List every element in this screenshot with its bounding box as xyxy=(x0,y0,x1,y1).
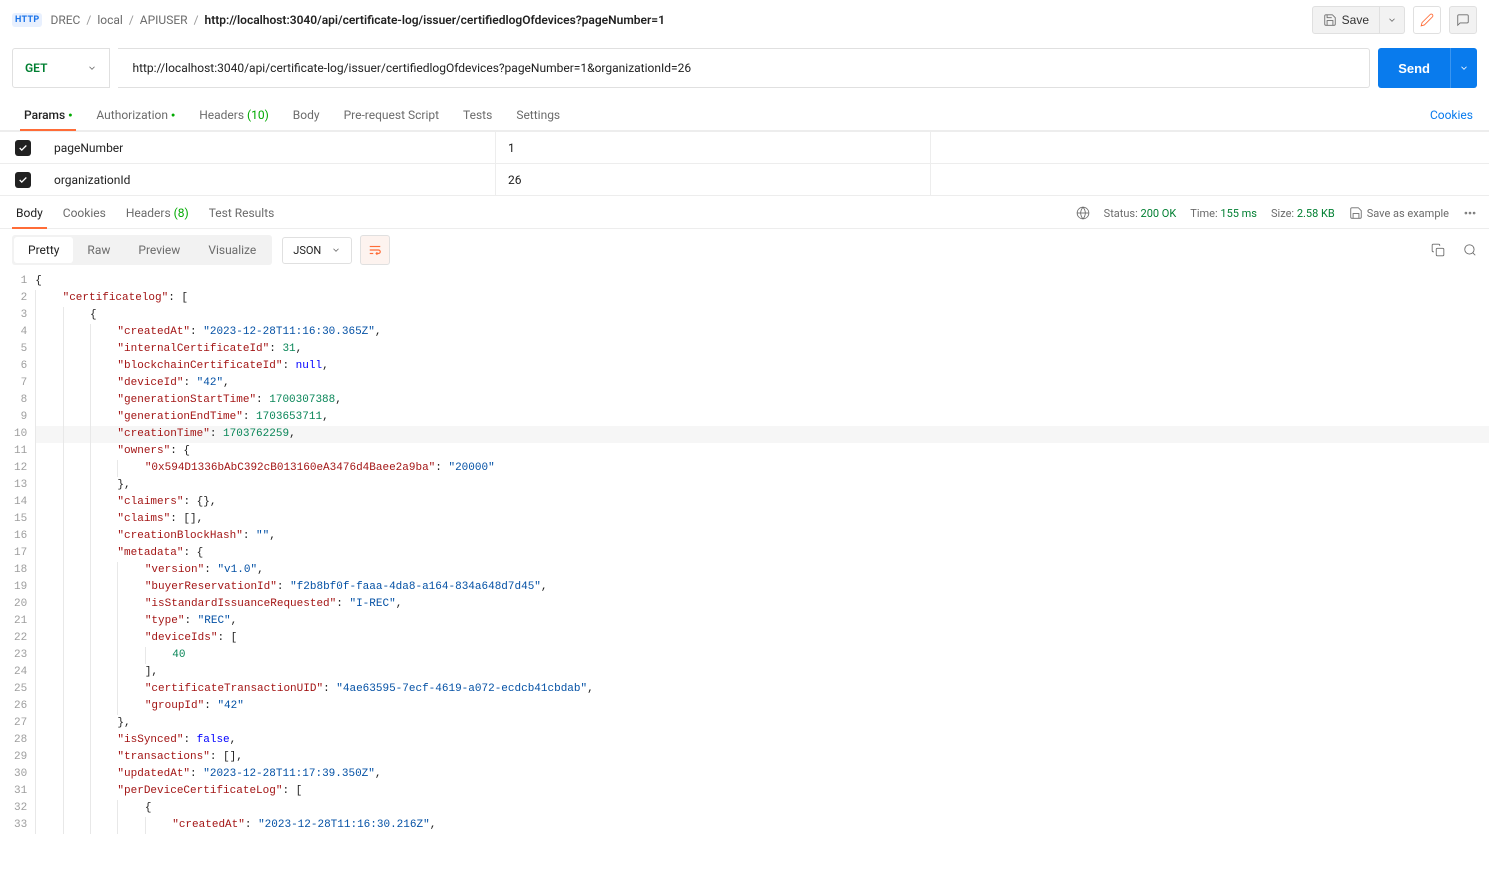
tab-prerequest[interactable]: Pre-request Script xyxy=(332,100,451,130)
breadcrumb-l1[interactable]: local xyxy=(97,13,123,27)
params-table: pageNumber1organizationId26 xyxy=(0,131,1489,196)
save-icon xyxy=(1323,13,1337,27)
checkbox[interactable] xyxy=(15,140,31,156)
view-bar: Pretty Raw Preview Visualize JSON xyxy=(0,229,1489,271)
param-value[interactable]: 26 xyxy=(496,164,931,195)
param-value[interactable]: 1 xyxy=(496,132,931,163)
tab-tests[interactable]: Tests xyxy=(451,100,504,130)
chevron-down-icon xyxy=(87,63,97,73)
http-badge: HTTP xyxy=(12,13,42,27)
response-tabs: Body Cookies Headers (8) Test Results St… xyxy=(0,196,1489,229)
wrap-button[interactable] xyxy=(360,235,390,265)
param-description[interactable] xyxy=(931,164,1489,195)
breadcrumb-bar: HTTP DREC / local / APIUSER / http://loc… xyxy=(0,0,1489,40)
view-preview[interactable]: Preview xyxy=(124,237,194,263)
checkbox[interactable] xyxy=(15,172,31,188)
more-icon[interactable] xyxy=(1463,206,1477,220)
param-key[interactable]: pageNumber xyxy=(46,132,496,163)
response-meta: Status: 200 OK Time: 155 ms Size: 2.58 K… xyxy=(1076,206,1477,220)
code-viewer[interactable]: 1234567891011121314151617181920212223242… xyxy=(0,271,1489,866)
tab-resp-testresults[interactable]: Test Results xyxy=(199,198,285,228)
pencil-icon xyxy=(1420,13,1434,27)
method-select[interactable]: GET xyxy=(12,48,110,88)
send-dropdown-button[interactable] xyxy=(1450,48,1477,88)
save-icon xyxy=(1349,206,1363,220)
format-select[interactable]: JSON xyxy=(282,237,352,264)
save-button[interactable]: Save xyxy=(1312,6,1380,34)
globe-icon[interactable] xyxy=(1076,206,1090,220)
tab-headers[interactable]: Headers (10) xyxy=(187,100,281,130)
tab-authorization[interactable]: Authorization ● xyxy=(84,100,187,130)
wrap-icon xyxy=(368,243,382,257)
view-pretty[interactable]: Pretty xyxy=(14,237,73,263)
param-description[interactable] xyxy=(931,132,1489,163)
tab-settings[interactable]: Settings xyxy=(504,100,572,130)
request-bar: GET http://localhost:3040/api/certificat… xyxy=(0,40,1489,96)
param-key[interactable]: organizationId xyxy=(46,164,496,195)
chevron-down-icon xyxy=(1459,63,1469,73)
save-dropdown-button[interactable] xyxy=(1380,6,1405,34)
breadcrumb: DREC / local / APIUSER / http://localhos… xyxy=(50,13,1303,27)
chevron-down-icon xyxy=(331,245,341,255)
copy-icon[interactable] xyxy=(1431,243,1445,257)
param-row[interactable]: pageNumber1 xyxy=(0,132,1489,164)
tab-params[interactable]: Params ● xyxy=(12,100,84,130)
view-visualize[interactable]: Visualize xyxy=(194,237,270,263)
chevron-down-icon xyxy=(1387,15,1397,25)
send-button[interactable]: Send xyxy=(1378,48,1450,88)
save-example-button[interactable]: Save as example xyxy=(1349,206,1449,220)
request-tabs: Params ● Authorization ● Headers (10) Bo… xyxy=(0,96,1489,131)
tab-resp-headers[interactable]: Headers (8) xyxy=(116,198,199,228)
cookies-link[interactable]: Cookies xyxy=(1426,100,1477,130)
param-row[interactable]: organizationId26 xyxy=(0,164,1489,196)
comment-icon xyxy=(1456,13,1470,27)
url-input[interactable]: http://localhost:3040/api/certificate-lo… xyxy=(118,48,1370,88)
edit-button[interactable] xyxy=(1413,6,1441,34)
search-icon[interactable] xyxy=(1463,243,1477,257)
view-raw[interactable]: Raw xyxy=(73,237,124,263)
breadcrumb-current: http://localhost:3040/api/certificate-lo… xyxy=(205,13,665,27)
breadcrumb-l2[interactable]: APIUSER xyxy=(140,13,188,27)
tab-resp-cookies[interactable]: Cookies xyxy=(53,198,116,228)
tab-resp-body[interactable]: Body xyxy=(6,198,53,228)
breadcrumb-root[interactable]: DREC xyxy=(50,13,80,27)
comment-button[interactable] xyxy=(1449,6,1477,34)
tab-body[interactable]: Body xyxy=(281,100,332,130)
view-tabs: Pretty Raw Preview Visualize xyxy=(12,235,272,265)
